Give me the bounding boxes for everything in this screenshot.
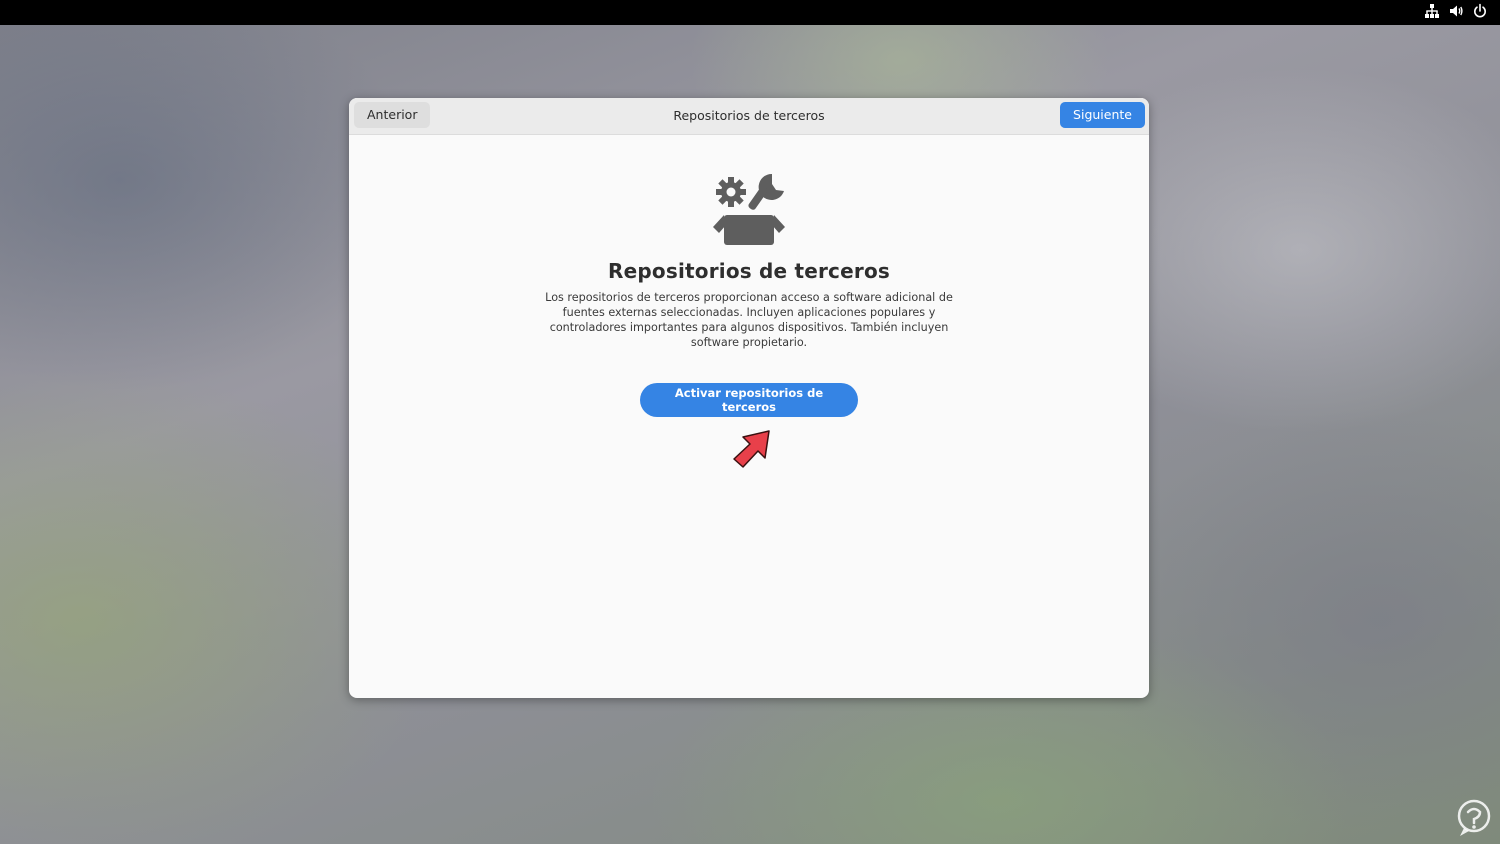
power-icon[interactable] <box>1472 3 1488 19</box>
page-title: Repositorios de terceros <box>608 259 890 283</box>
top-bar <box>0 0 1500 25</box>
network-icon[interactable] <box>1424 3 1440 19</box>
next-button[interactable]: Siguiente <box>1060 102 1145 128</box>
initial-setup-window: Anterior Repositorios de terceros Siguie… <box>349 98 1149 698</box>
system-tray[interactable] <box>1424 3 1488 19</box>
annotation-arrow-icon <box>733 430 770 468</box>
window-title: Repositorios de terceros <box>673 108 825 123</box>
watermark-logo-icon <box>1457 799 1491 836</box>
repositories-icon <box>713 173 785 245</box>
activate-repositories-button[interactable]: Activar repositorios de terceros <box>640 383 858 417</box>
page-description: Los repositorios de terceros proporciona… <box>545 291 953 349</box>
header-bar: Anterior Repositorios de terceros Siguie… <box>349 98 1149 135</box>
volume-icon[interactable] <box>1448 3 1464 19</box>
